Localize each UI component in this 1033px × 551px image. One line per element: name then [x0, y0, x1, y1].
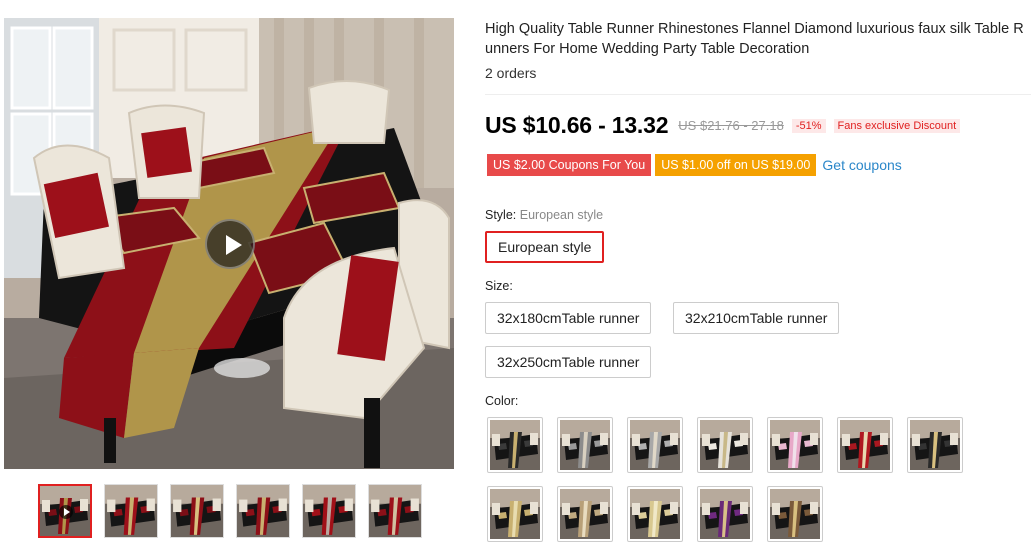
current-price: US $10.66 - 13.32	[485, 112, 669, 138]
coupon-1-dollar-off[interactable]: US $1.00 off on US $19.00	[655, 154, 817, 176]
play-icon	[59, 505, 73, 519]
coupon-2-dollars[interactable]: US $2.00 Coupons For You	[487, 154, 652, 176]
style-option-european[interactable]: European style	[485, 231, 605, 263]
thumbnail-video[interactable]	[38, 484, 92, 538]
price-row: US $10.66 - 13.32 US $21.76 - 27.18 -51%…	[485, 112, 961, 139]
color-swatch[interactable]	[907, 417, 963, 473]
style-selected-value: European style	[519, 208, 604, 222]
color-swatch[interactable]	[557, 486, 613, 542]
color-swatch[interactable]	[697, 486, 753, 542]
thumbnail-image[interactable]	[170, 484, 224, 538]
discount-badge: -51%	[791, 118, 826, 133]
size-option-180[interactable]: 32x180cmTable runner	[485, 302, 652, 334]
color-swatch[interactable]	[837, 417, 893, 473]
color-swatch[interactable]	[557, 417, 613, 473]
style-label: Style: European style	[485, 208, 603, 222]
color-swatch[interactable]	[487, 486, 543, 542]
color-label: Color:	[485, 394, 519, 408]
color-swatch[interactable]	[767, 486, 823, 542]
product-title: High Quality Table Runner Rhinestones Fl…	[485, 21, 1024, 57]
color-swatch[interactable]	[627, 417, 683, 473]
original-price: US $21.76 - 27.18	[678, 118, 784, 133]
color-swatch[interactable]	[697, 417, 753, 473]
main-product-image[interactable]	[4, 18, 454, 469]
fans-discount-badge: Fans exclusive Discount	[833, 118, 961, 133]
size-option-250[interactable]: 32x250cmTable runner	[485, 346, 652, 378]
size-label: Size:	[485, 279, 513, 293]
divider	[485, 94, 1031, 95]
order-count: 2 orders	[485, 65, 537, 81]
style-label-text: Style:	[485, 208, 517, 222]
color-swatch[interactable]	[627, 486, 683, 542]
get-coupons-link[interactable]: Get coupons	[822, 157, 901, 173]
thumbnail-image[interactable]	[302, 484, 356, 538]
size-option-210[interactable]: 32x210cmTable runner	[673, 302, 840, 334]
thumbnail-image[interactable]	[104, 484, 158, 538]
coupon-row: US $2.00 Coupons For You US $1.00 off on…	[487, 154, 902, 176]
thumbnail-strip	[38, 484, 422, 538]
thumbnail-image[interactable]	[236, 484, 290, 538]
color-swatch[interactable]	[487, 417, 543, 473]
color-swatch[interactable]	[767, 417, 823, 473]
thumbnail-image[interactable]	[368, 484, 422, 538]
play-video-button[interactable]	[205, 219, 255, 269]
